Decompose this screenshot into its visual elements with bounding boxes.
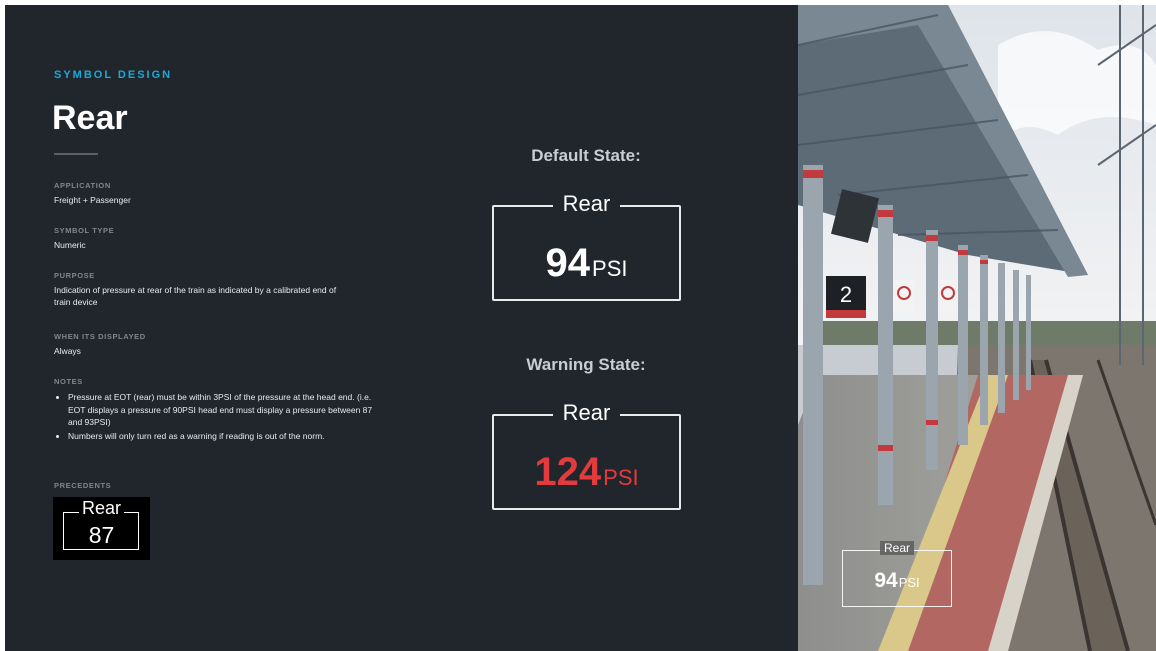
default-state-symbol: Rear 94PSI [492, 191, 681, 301]
eyebrow: SYMBOL DESIGN [54, 69, 173, 81]
when-displayed-label: WHEN ITS DISPLAYED [54, 332, 146, 341]
notes-list: Pressure at EOT (rear) must be within 3P… [54, 391, 378, 443]
note-item: Numbers will only turn red as a warning … [68, 430, 378, 443]
application-value: Freight + Passenger [54, 195, 131, 205]
precedents-label: PRECEDENTS [54, 481, 112, 490]
default-state-value: 94PSI [545, 241, 628, 285]
slide: SYMBOL DESIGN Rear APPLICATION Freight +… [5, 5, 1156, 651]
when-displayed-value: Always [54, 346, 81, 356]
photo-overlay-value: 94PSI [874, 569, 920, 592]
default-state-label: Rear [494, 191, 679, 217]
station-platform-photo: 2 Rear 94PSI [798, 5, 1156, 651]
precedent-value: 87 [88, 522, 115, 548]
note-item: Pressure at EOT (rear) must be within 3P… [68, 391, 378, 429]
symbol-type-value: Numeric [54, 240, 86, 250]
application-label: APPLICATION [54, 181, 111, 190]
warning-state-value: 124PSI [534, 450, 639, 494]
platform-number: 2 [840, 282, 852, 307]
warning-state-heading: Warning State: [526, 355, 646, 374]
photo-overlay-label: Rear [843, 541, 951, 555]
warning-state-symbol: Rear 124PSI [492, 400, 681, 510]
warning-state-label: Rear [494, 400, 679, 426]
purpose-value: Indication of pressure at rear of the tr… [54, 285, 337, 307]
symbol-type-label: SYMBOL TYPE [54, 226, 115, 235]
notes-label: NOTES [54, 377, 83, 386]
photo-overlay-symbol: Rear 94PSI [842, 541, 952, 607]
page-title: Rear [52, 99, 128, 137]
title-divider [54, 153, 98, 155]
precedent-symbol: Rear 87 [53, 497, 150, 560]
precedent-label: Rear [53, 498, 150, 519]
purpose-label: PURPOSE [54, 271, 95, 280]
default-state-heading: Default State: [531, 146, 641, 165]
